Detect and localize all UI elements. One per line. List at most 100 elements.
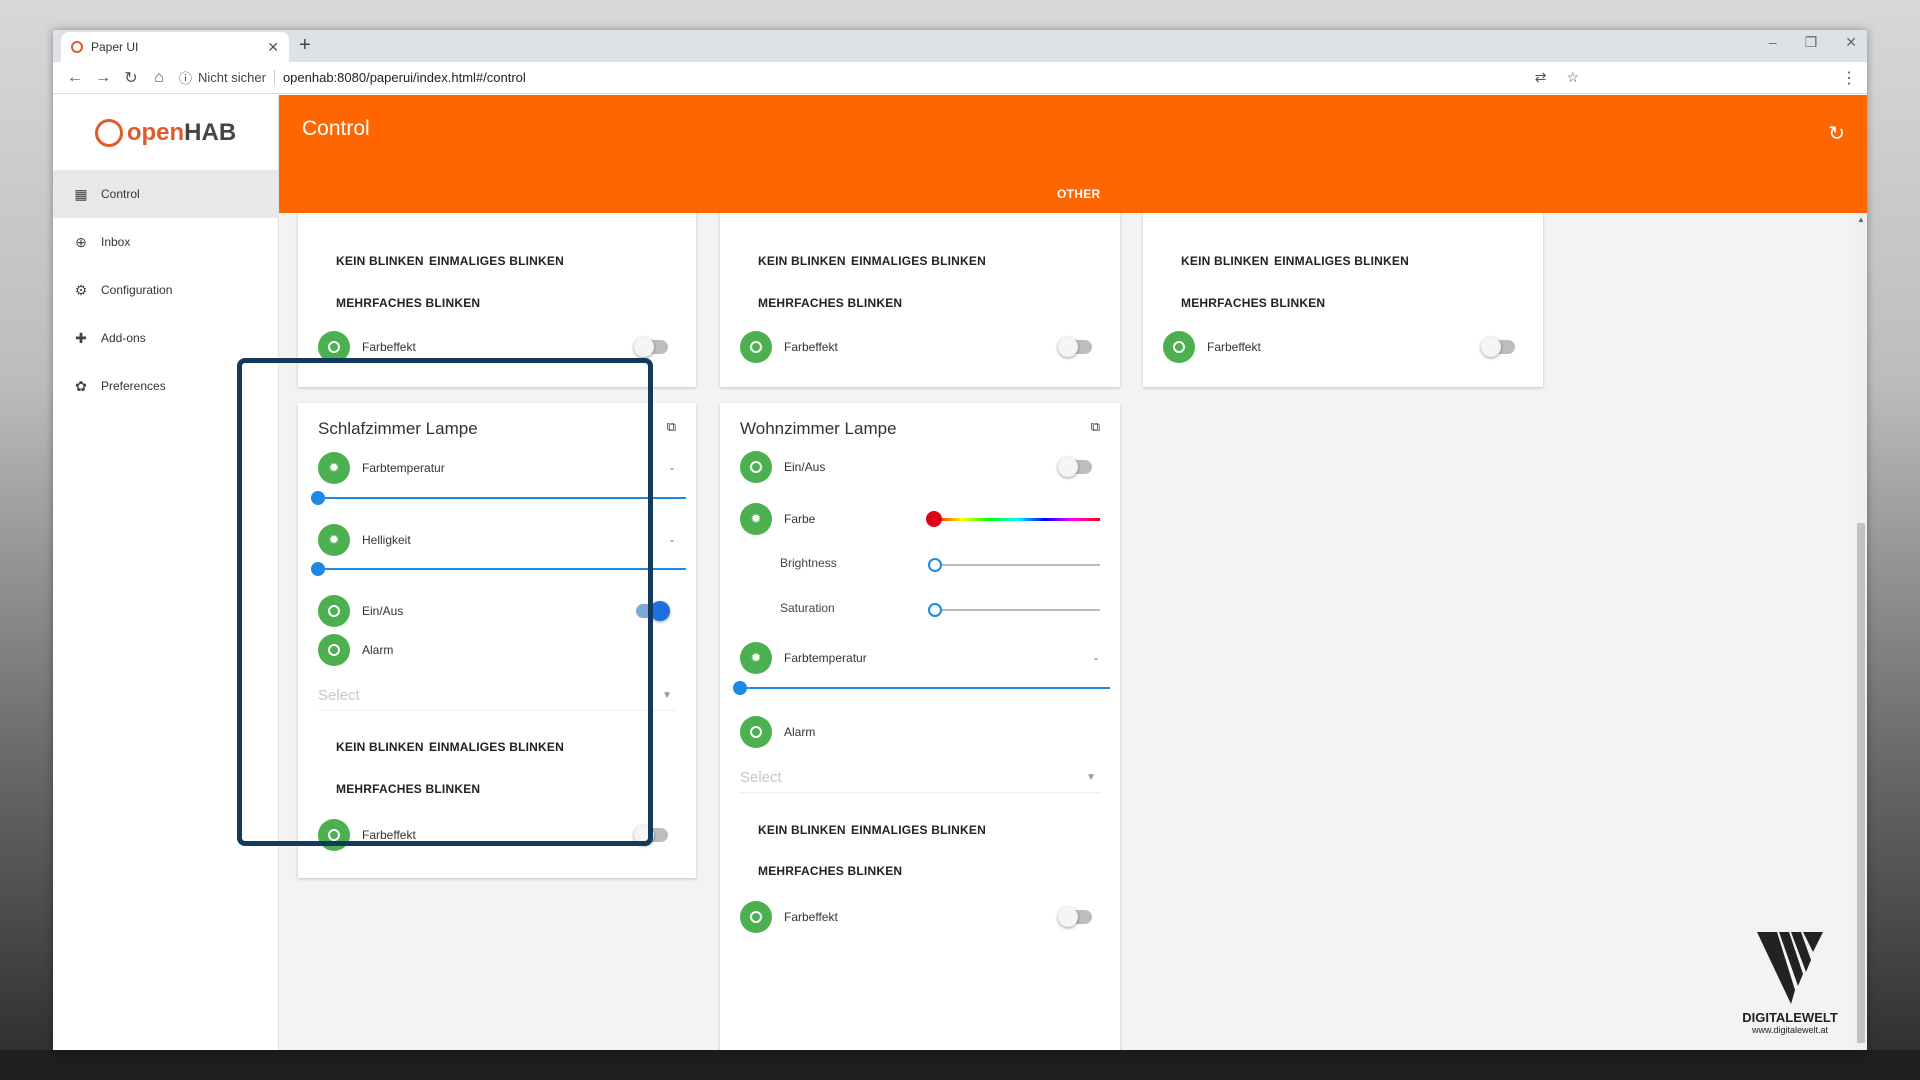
openhab-logo-icon — [94, 118, 123, 147]
dashboard-icon: ▦ — [74, 185, 88, 202]
sidebar-item-label: Inbox — [101, 235, 131, 249]
new-tab-button[interactable]: + — [299, 34, 311, 57]
mehrfaches-blinken-button[interactable]: MEHRFACHES BLINKEN — [758, 296, 902, 310]
scrollbar-thumb[interactable] — [1857, 523, 1865, 1043]
farbtemperatur-row: ✹ Farbtemperatur - — [318, 451, 676, 485]
saturation-slider[interactable] — [928, 603, 1100, 617]
kein-blinken-button[interactable]: KEIN BLINKEN — [758, 823, 846, 837]
farbeffekt-toggle[interactable] — [1481, 337, 1515, 357]
farbeffekt-toggle[interactable] — [634, 337, 668, 357]
ein-aus-toggle[interactable] — [1058, 457, 1092, 477]
page-title: Control — [302, 117, 370, 140]
alarm-row: Alarm — [740, 715, 1100, 749]
open-external-icon[interactable]: ⧉ — [1091, 419, 1100, 435]
chevron-down-icon: ▼ — [662, 690, 672, 701]
alarm-select[interactable]: Select ▼ — [318, 681, 676, 711]
minimize-button[interactable]: – — [1769, 34, 1777, 51]
thing-card: KEIN BLINKEN EINMALIGES BLINKEN MEHRFACH… — [1143, 213, 1543, 387]
kein-blinken-button[interactable]: KEIN BLINKEN — [336, 254, 424, 268]
browser-tab[interactable]: Paper UI ✕ — [61, 32, 289, 62]
sidebar-item-label: Add-ons — [101, 331, 146, 345]
maximize-button[interactable]: ❐ — [1805, 34, 1818, 51]
chevron-down-icon: ▼ — [1086, 772, 1096, 783]
farbeffekt-toggle[interactable] — [634, 825, 668, 845]
einmaliges-blinken-button[interactable]: EINMALIGES BLINKEN — [429, 740, 564, 754]
power-icon — [740, 451, 772, 483]
tab-other[interactable]: OTHER — [1057, 187, 1101, 201]
browser-menu-icon[interactable]: ⋮ — [1839, 68, 1859, 88]
url-text[interactable]: openhab:8080/paperui/index.html#/control — [283, 70, 1529, 85]
farbeffekt-row: Farbeffekt — [740, 900, 1100, 934]
helligkeit-slider[interactable] — [311, 562, 686, 576]
slider-handle[interactable] — [928, 558, 942, 572]
kein-blinken-button[interactable]: KEIN BLINKEN — [1181, 254, 1269, 268]
farbeffekt-toggle[interactable] — [1058, 337, 1092, 357]
farbeffekt-row: Farbeffekt — [1163, 330, 1523, 364]
farbeffekt-row: Farbeffekt — [318, 818, 676, 852]
mehrfaches-blinken-button[interactable]: MEHRFACHES BLINKEN — [758, 864, 902, 878]
control-content: KEIN BLINKEN EINMALIGES BLINKEN MEHRFACH… — [279, 213, 1867, 1050]
einmaliges-blinken-button[interactable]: EINMALIGES BLINKEN — [851, 254, 986, 268]
kein-blinken-button[interactable]: KEIN BLINKEN — [336, 740, 424, 754]
farbtemperatur-slider[interactable] — [733, 681, 1110, 695]
info-icon[interactable]: ⓘ — [179, 68, 192, 87]
forward-icon[interactable]: → — [89, 69, 117, 87]
ein-aus-row: Ein/Aus — [740, 450, 1100, 484]
settings-icon: ✿ — [75, 377, 87, 394]
reload-icon[interactable]: ↻ — [117, 68, 145, 88]
open-external-icon[interactable]: ⧉ — [667, 419, 676, 435]
value-dash: - — [670, 533, 674, 547]
url-field[interactable]: ⓘ Nicht sicher openhab:8080/paperui/inde… — [179, 65, 1529, 91]
einmaliges-blinken-button[interactable]: EINMALIGES BLINKEN — [429, 254, 564, 268]
scroll-up-icon[interactable]: ▲ — [1857, 215, 1865, 224]
alarm-label: Alarm — [784, 725, 816, 739]
tab-title: Paper UI — [91, 40, 139, 54]
logo-text-hab: HAB — [184, 118, 237, 146]
content-scrollbar[interactable]: ▲ — [1855, 213, 1867, 1050]
slider-handle[interactable] — [926, 511, 942, 527]
helligkeit-row: ✹ Helligkeit - — [318, 523, 676, 557]
value-dash: - — [1094, 651, 1098, 665]
farbtemperatur-slider[interactable] — [311, 491, 686, 505]
translate-icon[interactable]: ⇄ — [1535, 69, 1547, 86]
sidebar-item-preferences[interactable]: ✿ Preferences — [53, 362, 278, 410]
openhab-app: openHAB ▦ Control ⊕ Inbox ⚙ Configuratio… — [53, 95, 1867, 1050]
window-controls: – ❐ ✕ — [1769, 34, 1857, 51]
color-icon: ✹ — [740, 503, 772, 535]
ein-aus-toggle[interactable] — [636, 601, 670, 621]
brightness-icon: ✹ — [318, 524, 350, 556]
security-label: Nicht sicher — [198, 70, 275, 85]
farbeffekt-toggle[interactable] — [1058, 907, 1092, 927]
bookmark-star-icon[interactable]: ☆ — [1566, 69, 1579, 86]
mehrfaches-blinken-button[interactable]: MEHRFACHES BLINKEN — [336, 296, 480, 310]
sidebar-item-inbox[interactable]: ⊕ Inbox — [53, 218, 278, 266]
sidebar-item-label: Preferences — [101, 379, 166, 393]
mehrfaches-blinken-button[interactable]: MEHRFACHES BLINKEN — [1181, 296, 1325, 310]
control-header: Control ↻ OTHER — [279, 95, 1867, 213]
power-icon — [318, 819, 350, 851]
close-tab-icon[interactable]: ✕ — [267, 39, 279, 56]
sidebar-item-control[interactable]: ▦ Control — [53, 170, 278, 218]
einmaliges-blinken-button[interactable]: EINMALIGES BLINKEN — [1274, 254, 1409, 268]
alarm-select[interactable]: Select ▼ — [740, 763, 1100, 793]
slider-handle[interactable] — [311, 491, 325, 505]
back-icon[interactable]: ← — [61, 69, 89, 87]
home-icon[interactable]: ⌂ — [145, 69, 173, 87]
close-window-button[interactable]: ✕ — [1845, 34, 1857, 51]
farbtemperatur-label: Farbtemperatur — [362, 461, 445, 475]
brightness-slider[interactable] — [928, 558, 1100, 572]
kein-blinken-button[interactable]: KEIN BLINKEN — [758, 254, 846, 268]
mehrfaches-blinken-button[interactable]: MEHRFACHES BLINKEN — [336, 782, 480, 796]
slider-handle[interactable] — [928, 603, 942, 617]
card-title: Schlafzimmer Lampe — [318, 419, 478, 438]
refresh-icon[interactable]: ↻ — [1828, 121, 1845, 146]
slider-handle[interactable] — [311, 562, 325, 576]
openhab-logo: openHAB — [53, 95, 278, 170]
helligkeit-label: Helligkeit — [362, 533, 411, 547]
slider-handle[interactable] — [733, 681, 747, 695]
farbeffekt-label: Farbeffekt — [784, 910, 838, 924]
sidebar-item-configuration[interactable]: ⚙ Configuration — [53, 266, 278, 314]
sidebar-item-addons[interactable]: ✚ Add-ons — [53, 314, 278, 362]
hue-slider[interactable] — [926, 511, 1100, 527]
einmaliges-blinken-button[interactable]: EINMALIGES BLINKEN — [851, 823, 986, 837]
